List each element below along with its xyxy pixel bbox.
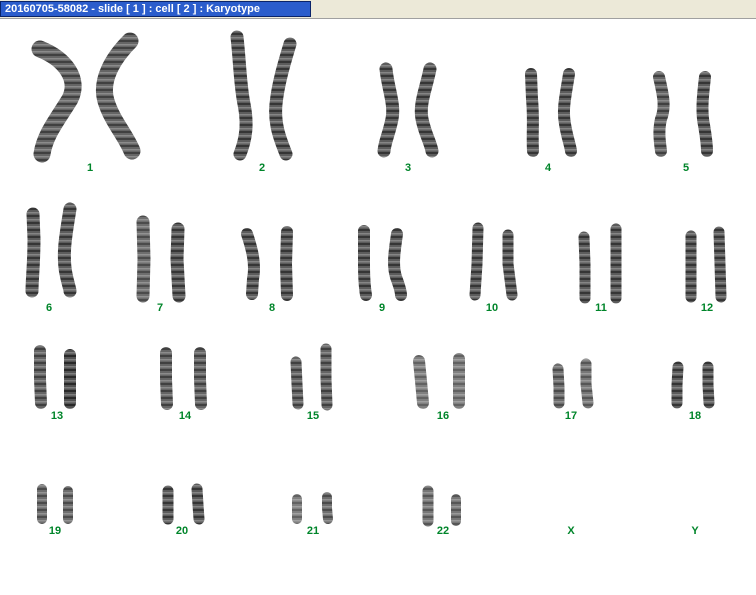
chromosome-label-17: 17 — [564, 410, 578, 422]
chromosome-pair-19[interactable] — [37, 484, 73, 524]
chromosome-label-14: 14 — [178, 410, 192, 422]
chromosome-label-7: 7 — [156, 302, 164, 314]
chromosome-pair-13[interactable] — [34, 345, 76, 409]
chromosome-label-2: 2 — [258, 162, 266, 174]
chromosome-label-x: X — [567, 525, 575, 537]
chromosome-pair-12[interactable] — [685, 226, 727, 303]
chromosome-pair-2[interactable] — [230, 30, 297, 161]
chromosome-label-3: 3 — [404, 162, 412, 174]
chromosome-label-16: 16 — [436, 410, 450, 422]
chromosome-label-11: 11 — [595, 302, 607, 314]
chromosome-pair-17[interactable] — [552, 358, 594, 409]
chromosome-pair-4[interactable] — [525, 68, 577, 157]
chromosome-label-6: 6 — [45, 302, 53, 314]
chromosome-label-15: 15 — [306, 410, 320, 422]
chromosome-label-8: 8 — [268, 302, 276, 314]
chromosome-pair-20[interactable] — [162, 483, 205, 525]
chromosome-pair-5[interactable] — [653, 71, 713, 157]
chromosome-pair-6[interactable] — [25, 202, 77, 298]
chromosome-label-21: 21 — [306, 525, 320, 537]
chromosome-label-19: 19 — [48, 525, 62, 537]
chromosome-label-18: 18 — [688, 410, 702, 422]
chromosome-pair-11[interactable] — [578, 223, 622, 304]
window-title[interactable]: 20160705-58082 - slide [ 1 ] : cell [ 2 … — [0, 1, 311, 17]
chromosome-label-10: 10 — [485, 302, 499, 314]
chromosome-label-y: Y — [691, 525, 699, 537]
chromosome-pair-9[interactable] — [358, 225, 407, 301]
chromosome-pair-14[interactable] — [160, 347, 207, 410]
chromosome-label-1: 1 — [86, 162, 94, 174]
chromosome-label-9: 9 — [378, 302, 386, 314]
chromosome-pair-21[interactable] — [292, 492, 333, 524]
chromosome-pair-3[interactable] — [377, 62, 439, 158]
chromosome-label-5: 5 — [682, 162, 690, 174]
chromosome-label-4: 4 — [544, 162, 552, 174]
chromosome-label-13: 13 — [50, 410, 64, 422]
window-titlebar: 20160705-58082 - slide [ 1 ] : cell [ 2 … — [0, 0, 756, 19]
chromosome-pair-16[interactable] — [413, 353, 465, 409]
chromosome-label-20: 20 — [175, 525, 189, 537]
chromosome-pair-7[interactable] — [136, 215, 186, 303]
chromosome-label-12: 12 — [700, 302, 714, 314]
chromosome-pair-15[interactable] — [290, 343, 333, 411]
chromosome-pair-8[interactable] — [241, 226, 293, 301]
chromosome-pair-22[interactable] — [422, 485, 461, 527]
chromosome-pair-1[interactable] — [31, 32, 141, 163]
chromosome-pair-18[interactable] — [671, 361, 715, 409]
chromosome-pair-10[interactable] — [469, 222, 518, 301]
chromosome-label-22: 22 — [436, 525, 450, 537]
